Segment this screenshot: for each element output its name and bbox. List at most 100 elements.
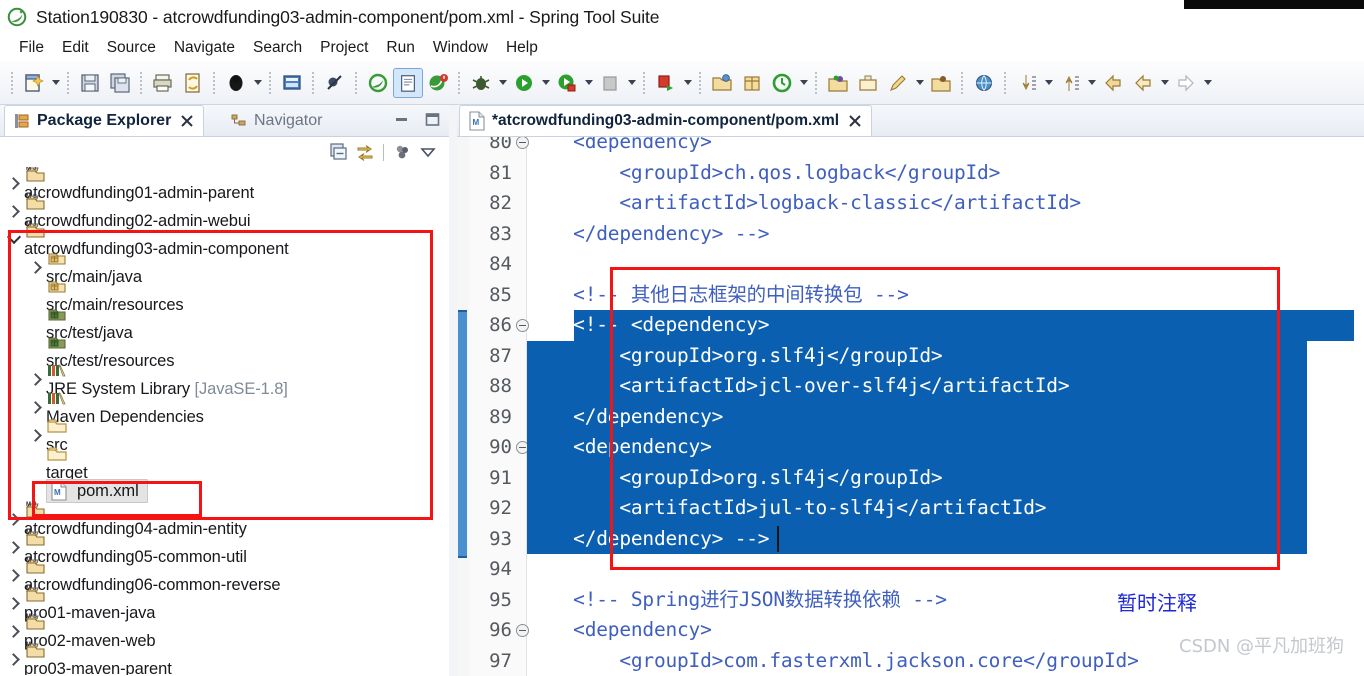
tab-package-explorer[interactable]: Package Explorer (4, 105, 205, 136)
open-resource-icon[interactable] (926, 68, 956, 98)
run-icon[interactable] (509, 68, 539, 98)
spring-tool-suite-logo-icon (7, 7, 27, 27)
tree-item[interactable]: M Jpro03-maven-parent (0, 642, 449, 676)
project-tree[interactable]: M Jatcrowdfunding01-admin-parent M Satcrowd… (0, 167, 449, 675)
run-secure-icon[interactable] (552, 68, 582, 98)
code-line[interactable]: <groupId>org.slf4j</groupId> (527, 341, 942, 372)
code-line[interactable]: <!-- <dependency> (527, 310, 769, 341)
new-wizard-dropdown-arrow[interactable] (49, 69, 62, 97)
open-console-icon[interactable] (277, 68, 307, 98)
minimize-icon[interactable] (393, 111, 410, 128)
back-history-icon[interactable] (1098, 68, 1128, 98)
menu-source[interactable]: Source (98, 37, 165, 59)
code-line[interactable]: </dependency> --> (527, 524, 769, 555)
new-wizard-icon[interactable] (19, 68, 49, 98)
terminate-dropdown-arrow[interactable] (625, 69, 638, 97)
debug-icon[interactable] (466, 68, 496, 98)
save-all-icon[interactable] (105, 68, 135, 98)
skip-breakpoints-icon[interactable] (320, 68, 350, 98)
code-line[interactable]: <dependency> (527, 615, 712, 646)
previous-edit-icon[interactable] (1128, 68, 1158, 98)
forward-history-dropdown-arrow[interactable] (1201, 69, 1214, 97)
save-icon[interactable] (75, 68, 105, 98)
menu-search[interactable]: Search (244, 37, 311, 59)
collapse-all-icon[interactable] (326, 140, 352, 164)
run-dropdown-arrow[interactable] (539, 69, 552, 97)
code-line[interactable]: <artifactId>jul-to-slf4j</artifactId> (527, 493, 1046, 524)
menu-edit[interactable]: Edit (53, 37, 98, 59)
expand-twisty-icon[interactable] (4, 169, 24, 197)
new-java-project-icon[interactable] (707, 68, 737, 98)
boot-dashboard-icon[interactable] (221, 68, 251, 98)
previous-annotation-icon[interactable] (1055, 68, 1085, 98)
spring-boot-icon[interactable] (423, 68, 453, 98)
code-line[interactable]: </dependency> (527, 402, 723, 433)
new-annotation-icon[interactable] (767, 68, 797, 98)
expand-twisty-icon[interactable] (26, 393, 46, 421)
run-secure-dropdown-arrow[interactable] (582, 69, 595, 97)
spring-icon[interactable] (363, 68, 393, 98)
open-web-browser-icon[interactable] (969, 68, 999, 98)
code-line[interactable]: <!-- Spring进行JSON数据转换依赖 --> (527, 585, 947, 616)
expand-twisty-icon[interactable] (4, 561, 24, 589)
previous-edit-dropdown-arrow[interactable] (1158, 69, 1171, 97)
menu-project[interactable]: Project (311, 37, 377, 59)
terminate-icon[interactable] (595, 68, 625, 98)
menu-run[interactable]: Run (377, 37, 423, 59)
panel-sash[interactable] (449, 105, 457, 676)
search-marker-dropdown-arrow[interactable] (913, 69, 926, 97)
tab-pom-xml[interactable]: M *atcrowdfunding03-admin-component/pom.… (459, 105, 873, 136)
menu-help[interactable]: Help (497, 37, 547, 59)
expand-twisty-icon[interactable] (4, 533, 24, 561)
menu-navigate[interactable]: Navigate (165, 37, 244, 59)
code-line[interactable]: <artifactId>jcl-over-slf4j</artifactId> (527, 371, 1069, 402)
expand-twisty-icon[interactable] (26, 421, 46, 449)
code-line[interactable]: <groupId>com.fasterxml.jackson.core</gro… (527, 646, 1139, 676)
close-icon[interactable] (179, 113, 195, 129)
next-annotation-dropdown-arrow[interactable] (1042, 69, 1055, 97)
open-task-icon[interactable] (853, 68, 883, 98)
tab-navigator[interactable]: Navigator (222, 105, 330, 136)
expand-twisty-icon[interactable] (26, 365, 46, 393)
link-with-editor-icon[interactable] (352, 140, 378, 164)
new-java-class-icon[interactable] (393, 67, 423, 98)
new-package-icon[interactable] (737, 68, 767, 98)
code-line[interactable]: <dependency> (527, 137, 712, 158)
boot-dashboard-dropdown-arrow[interactable] (251, 69, 264, 97)
next-annotation-icon[interactable] (1012, 68, 1042, 98)
source-code-lines[interactable]: <dependency> <groupId>ch.qos.logback</gr… (527, 137, 1364, 676)
toolbar-separator (383, 143, 384, 161)
code-line[interactable]: <groupId>org.slf4j</groupId> (527, 463, 942, 494)
code-line[interactable]: </dependency> --> (527, 219, 769, 250)
open-type-icon[interactable] (823, 68, 853, 98)
expand-twisty-icon[interactable] (4, 645, 24, 673)
expand-twisty-icon[interactable] (4, 589, 24, 617)
code-line[interactable]: <dependency> (527, 432, 712, 463)
menu-window[interactable]: Window (424, 37, 497, 59)
code-text-area[interactable]: 80 81 82 83 84 85 86 87 88 89 90 91 92 93 94 95 96 97 <de… (457, 137, 1364, 676)
expand-twisty-icon[interactable] (26, 253, 46, 281)
package-explorer-tab-row: Package Explorer Navigator (0, 105, 449, 137)
filter-icon[interactable] (389, 140, 415, 164)
close-icon[interactable] (847, 113, 863, 129)
new-annotation-dropdown-arrow[interactable] (797, 69, 810, 97)
code-line[interactable]: <groupId>ch.qos.logback</groupId> (527, 158, 1000, 189)
code-line[interactable]: <artifactId>logback-classic</artifactId> (527, 188, 1081, 219)
collapse-twisty-icon[interactable] (4, 225, 24, 253)
forward-history-icon[interactable] (1171, 68, 1201, 98)
view-menu-icon[interactable] (415, 140, 441, 164)
expand-twisty-icon[interactable] (4, 505, 24, 533)
refresh-file-icon[interactable] (178, 68, 208, 98)
tree-item[interactable]: target (0, 447, 449, 482)
menu-file[interactable]: File (10, 37, 53, 59)
search-marker-icon[interactable] (883, 68, 913, 98)
external-tools-dropdown-arrow[interactable] (681, 69, 694, 97)
code-line[interactable]: <!-- 其他日志框架的中间转换包 --> (527, 280, 909, 311)
expand-twisty-icon[interactable] (4, 617, 24, 645)
expand-twisty-icon[interactable] (4, 197, 24, 225)
print-icon[interactable] (148, 68, 178, 98)
maximize-icon[interactable] (424, 111, 441, 128)
external-tools-icon[interactable] (651, 68, 681, 98)
previous-annotation-dropdown-arrow[interactable] (1085, 69, 1098, 97)
debug-dropdown-arrow[interactable] (496, 69, 509, 97)
